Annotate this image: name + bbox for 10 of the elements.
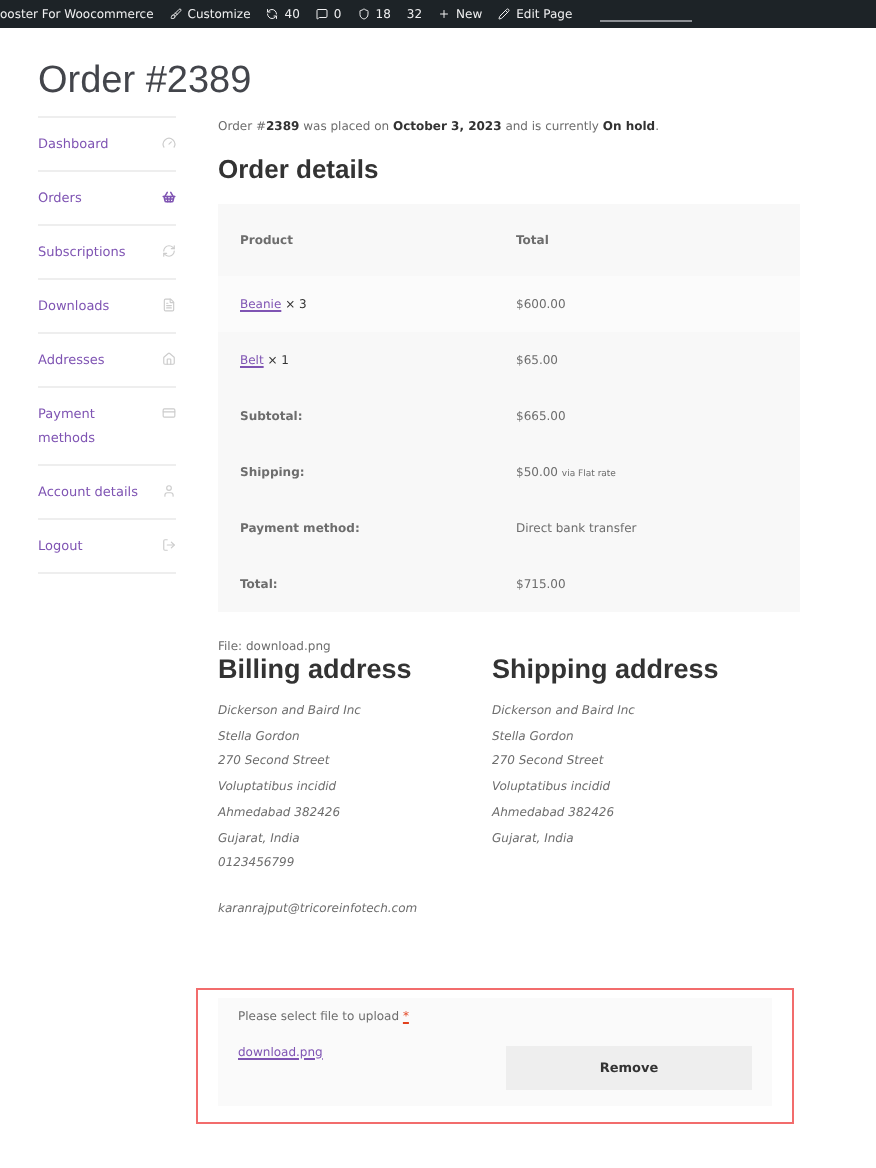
plus-icon	[438, 8, 451, 20]
address-heading: Shipping address	[492, 654, 721, 684]
refresh-icon	[266, 8, 279, 20]
comment-icon	[315, 8, 328, 20]
pencil-icon	[498, 8, 511, 20]
address-heading: Billing address	[218, 654, 414, 684]
section-heading: Order details	[218, 154, 381, 184]
page-title: Order #2389	[38, 60, 254, 104]
shield-icon	[357, 8, 370, 20]
brush-icon	[169, 8, 182, 20]
